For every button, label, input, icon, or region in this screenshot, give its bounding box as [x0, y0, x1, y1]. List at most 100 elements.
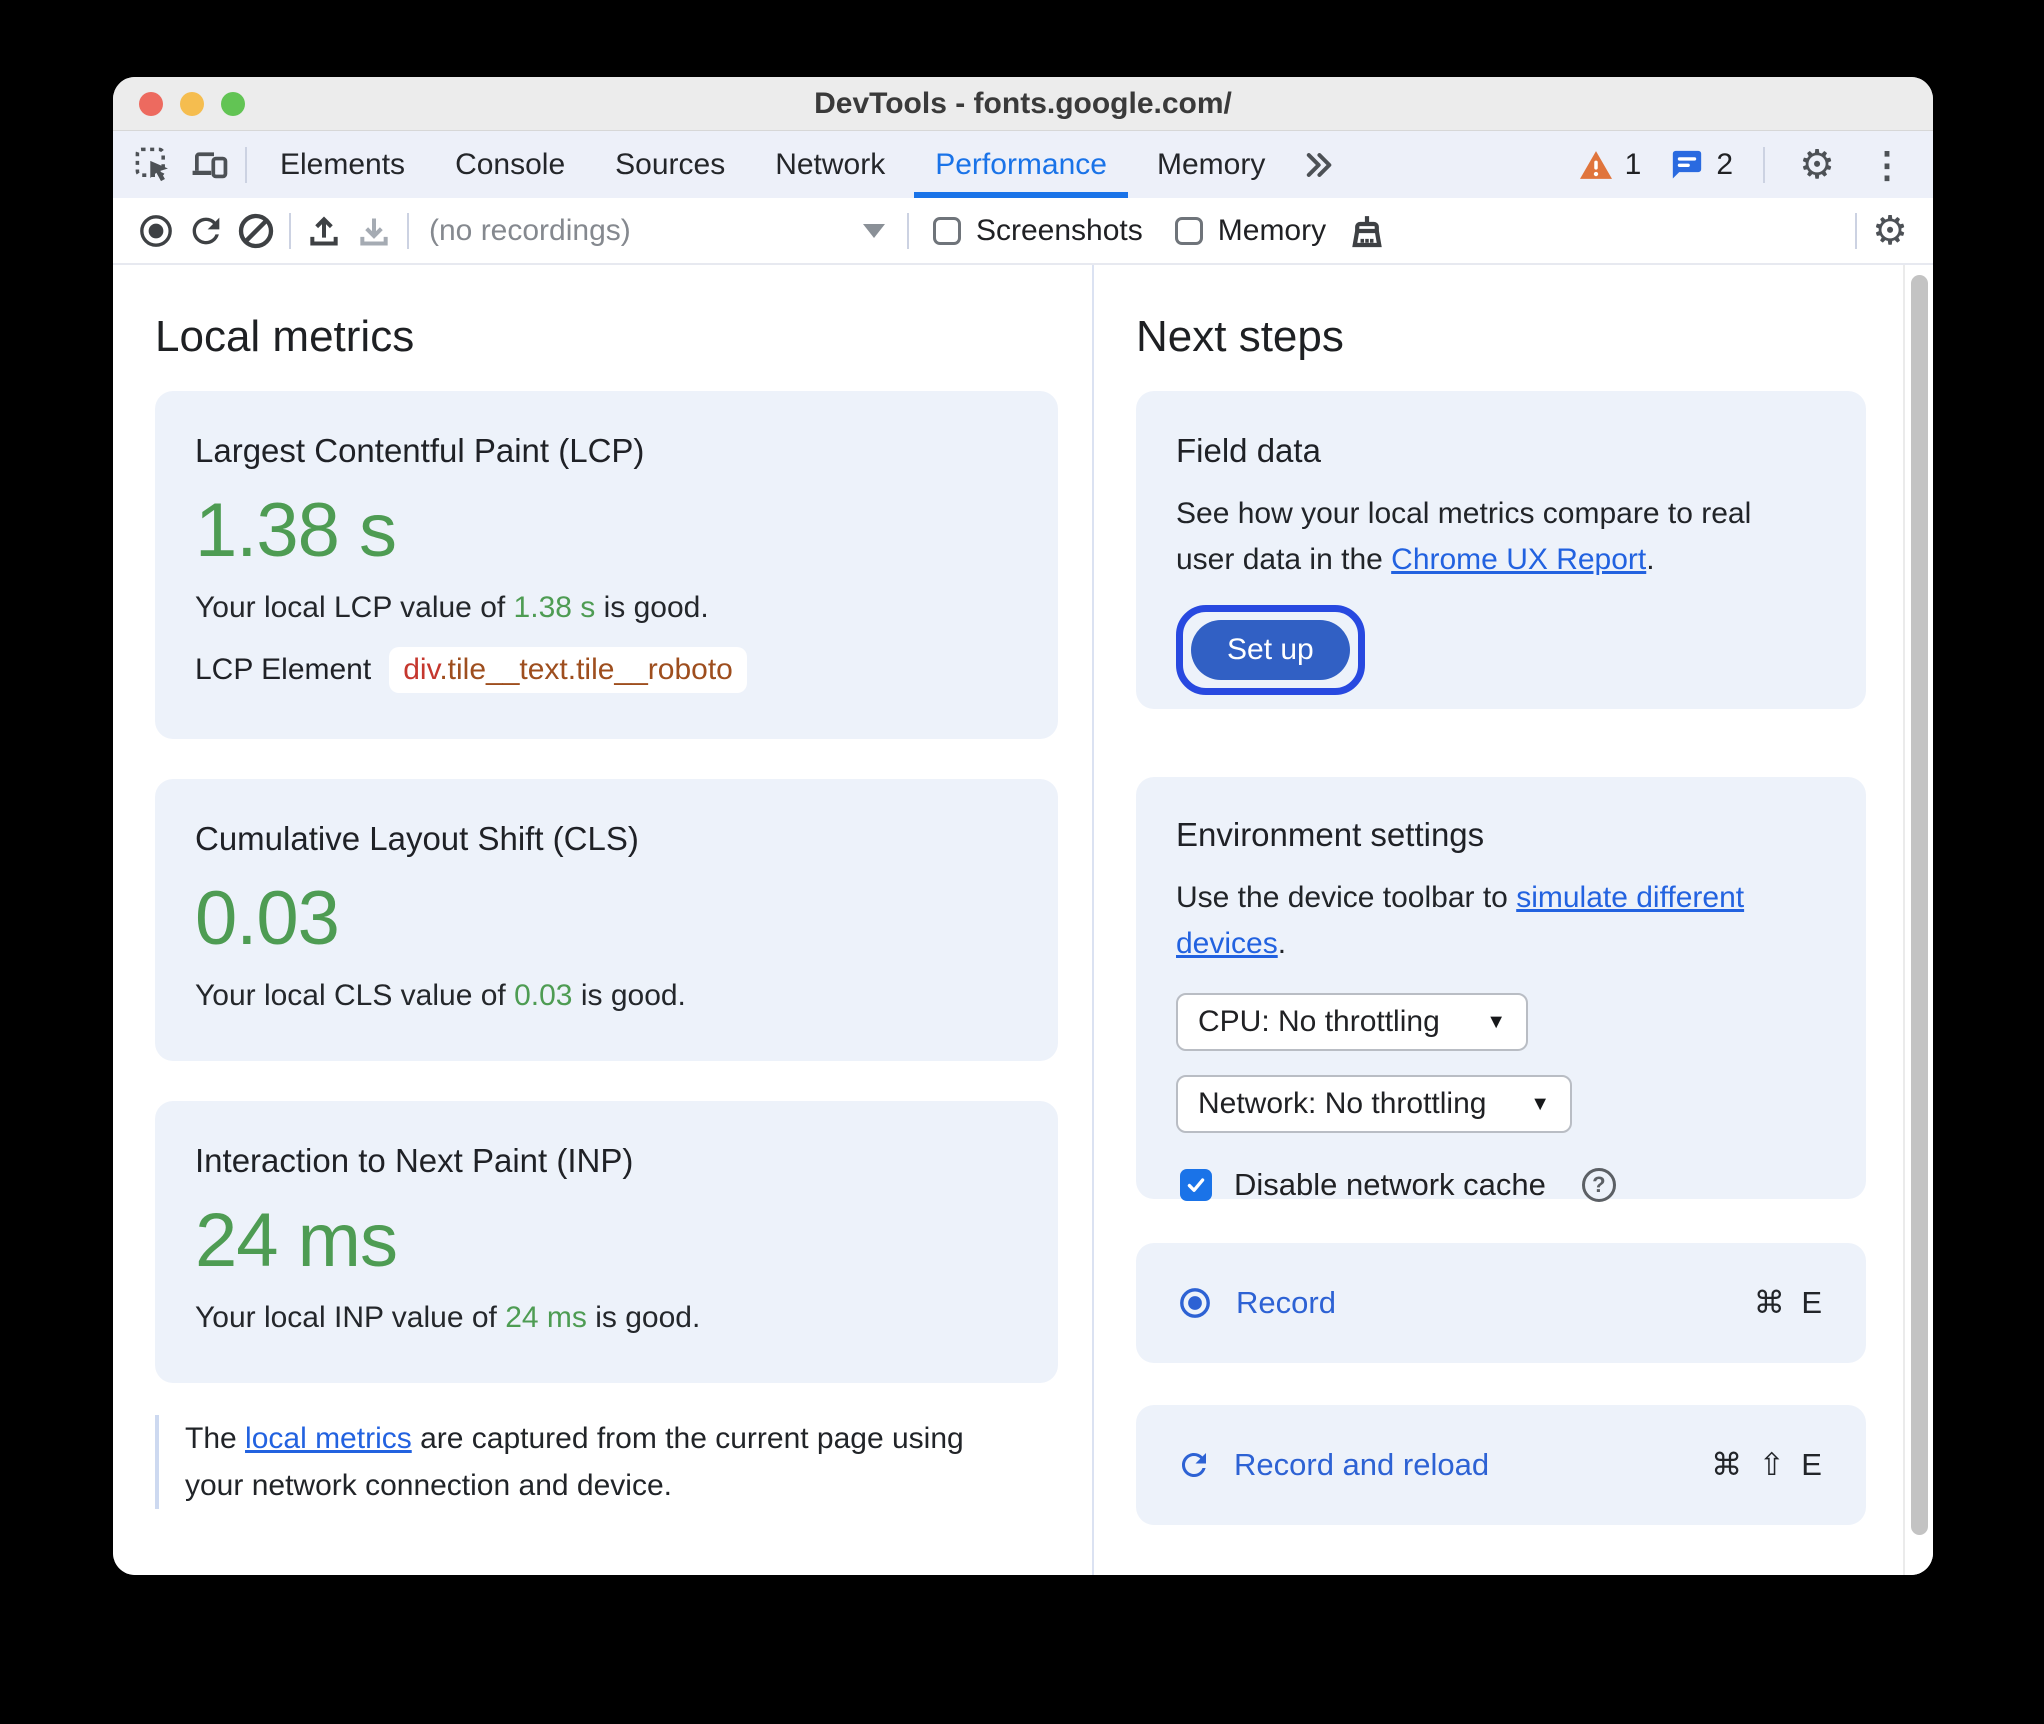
devtools-menu-button[interactable]: ⋮: [1861, 146, 1913, 183]
screenshots-checkbox[interactable]: [933, 216, 961, 245]
network-throttling-value: Network: No throttling: [1198, 1087, 1487, 1120]
gear-icon: ⚙: [1799, 142, 1835, 187]
cpu-throttling-value: CPU: No throttling: [1198, 1005, 1440, 1038]
chrome-ux-report-link[interactable]: Chrome UX Report: [1391, 543, 1646, 576]
screenshots-checkbox-row: Screenshots: [933, 214, 1143, 248]
setup-button-focus-ring: Set up: [1176, 605, 1365, 695]
record-button[interactable]: [131, 206, 181, 256]
environment-settings-card: Environment settings Use the device tool…: [1136, 777, 1866, 1202]
cls-metric-card: Cumulative Layout Shift (CLS) 0.03 Your …: [155, 779, 1058, 1061]
simulate-devices-link[interactable]: simulate different: [1516, 881, 1744, 914]
divider: [289, 212, 291, 249]
lcp-inline-value: 1.38 s: [513, 591, 596, 624]
inp-metric-card: Interaction to Next Paint (INP) 24 ms Yo…: [155, 1101, 1058, 1383]
collect-garbage-button[interactable]: [1342, 206, 1392, 256]
inp-description: Your local INP value of 24 ms is good.: [195, 1301, 701, 1334]
screenshots-label: Screenshots: [976, 213, 1143, 247]
lcp-element-label: LCP Element: [195, 653, 372, 686]
disable-cache-row: Disable network cache ?: [1176, 1167, 1826, 1203]
clear-button[interactable]: [231, 206, 281, 256]
record-reload-shortcut: ⌘ ⇧ E: [1711, 1447, 1826, 1482]
cls-description: Your local CLS value of 0.03 is good.: [195, 979, 686, 1012]
selector-classes: .tile__text.tile__roboto: [439, 653, 733, 686]
issues-count: 2: [1716, 147, 1733, 181]
zoom-window-button[interactable]: [221, 91, 245, 116]
save-profile-button[interactable]: [349, 206, 399, 256]
tab-network[interactable]: Network: [750, 131, 910, 198]
setup-button[interactable]: Set up: [1191, 620, 1350, 680]
tab-performance[interactable]: Performance: [910, 131, 1132, 198]
record-action-label: Record: [1236, 1285, 1336, 1320]
devtools-tab-bar: Elements Console Sources Network Perform…: [113, 131, 1933, 198]
device-toolbar-icon: [189, 145, 229, 185]
environment-settings-description: Use the device toolbar to simulate diffe…: [1176, 881, 1745, 960]
record-icon: [135, 210, 177, 252]
memory-label: Memory: [1217, 213, 1327, 247]
close-window-button[interactable]: [139, 91, 163, 116]
reload-icon: [1176, 1447, 1212, 1483]
lcp-description: Your local LCP value of 1.38 s is good.: [195, 591, 709, 624]
devtools-window: DevTools - fonts.google.com/ Elements Co…: [113, 77, 1933, 1575]
help-icon[interactable]: ?: [1581, 1168, 1616, 1202]
cls-card-title: Cumulative Layout Shift (CLS): [195, 820, 639, 857]
record-and-reload-action-card[interactable]: Record and reload ⌘ ⇧ E: [1136, 1405, 1866, 1525]
record-icon: [1176, 1284, 1214, 1322]
tab-sources[interactable]: Sources: [590, 131, 750, 198]
warning-triangle-icon: [1578, 149, 1614, 181]
inspect-cursor-icon: [134, 146, 172, 184]
traffic-lights: [139, 77, 245, 130]
simulate-devices-link-continued[interactable]: devices: [1176, 927, 1278, 960]
record-and-reload-button[interactable]: [181, 206, 231, 256]
lcp-card-title: Largest Contentful Paint (LCP): [195, 432, 645, 469]
scrollbar-thumb[interactable]: [1911, 275, 1928, 1535]
divider: [907, 212, 909, 249]
environment-settings-title: Environment settings: [1176, 816, 1485, 853]
tab-memory[interactable]: Memory: [1132, 131, 1290, 198]
issues-badge[interactable]: 2: [1663, 148, 1739, 182]
issues-chat-icon: [1669, 148, 1705, 182]
tab-console[interactable]: Console: [430, 131, 590, 198]
cls-value: 0.03: [195, 876, 340, 961]
checkmark-icon: [1187, 1178, 1205, 1192]
record-reload-action-left: Record and reload: [1176, 1447, 1489, 1483]
record-shortcut: ⌘ E: [1753, 1285, 1826, 1320]
disable-cache-checkbox[interactable]: [1180, 1169, 1212, 1201]
more-tabs-button[interactable]: [1290, 131, 1346, 198]
memory-checkbox-row: Memory: [1174, 213, 1327, 248]
record-reload-action-label: Record and reload: [1234, 1447, 1490, 1482]
load-profile-button[interactable]: [299, 206, 349, 256]
window-title: DevTools - fonts.google.com/: [814, 86, 1232, 120]
minimize-window-button[interactable]: [180, 91, 204, 116]
tab-elements[interactable]: Elements: [255, 131, 430, 198]
download-icon: [354, 211, 394, 251]
divider: [1855, 212, 1857, 249]
gear-icon: ⚙: [1872, 208, 1908, 253]
inp-inline-value: 24 ms: [505, 1301, 587, 1334]
device-toolbar-button[interactable]: [181, 131, 237, 198]
lcp-element-selector-chip[interactable]: div.tile__text.tile__roboto: [389, 647, 747, 693]
capture-settings-button[interactable]: ⚙: [1865, 206, 1915, 256]
lcp-metric-card: Largest Contentful Paint (LCP) 1.38 s Yo…: [155, 391, 1058, 739]
field-data-title: Field data: [1176, 432, 1321, 469]
performance-toolbar: (no recordings) Screenshots Memory ⚙: [113, 198, 1933, 265]
memory-checkbox[interactable]: [1174, 216, 1203, 245]
divider: [245, 146, 247, 183]
recordings-select[interactable]: (no recordings): [429, 214, 899, 248]
lcp-value: 1.38 s: [195, 488, 397, 573]
record-action-card[interactable]: Record ⌘ E: [1136, 1243, 1866, 1363]
panel-scrollbar[interactable]: [1903, 265, 1933, 1575]
performance-panel-content: Local metrics Largest Contentful Paint (…: [113, 265, 1933, 1575]
cpu-throttling-select[interactable]: CPU: No throttling ▼: [1176, 993, 1528, 1051]
inspect-element-button[interactable]: [125, 131, 181, 198]
divider: [1763, 146, 1765, 183]
dropdown-caret-icon: ▼: [1486, 1010, 1506, 1033]
block-icon: [236, 211, 276, 251]
warnings-badge[interactable]: 1: [1572, 148, 1648, 182]
local-metrics-link[interactable]: local metrics: [245, 1422, 412, 1455]
local-metrics-pane: Local metrics Largest Contentful Paint (…: [113, 265, 1094, 1575]
reload-icon: [186, 211, 226, 251]
chevron-double-right-icon: [1301, 148, 1335, 182]
dropdown-caret-icon: [863, 223, 885, 238]
network-throttling-select[interactable]: Network: No throttling ▼: [1176, 1075, 1572, 1133]
devtools-settings-button[interactable]: ⚙: [1789, 145, 1845, 185]
